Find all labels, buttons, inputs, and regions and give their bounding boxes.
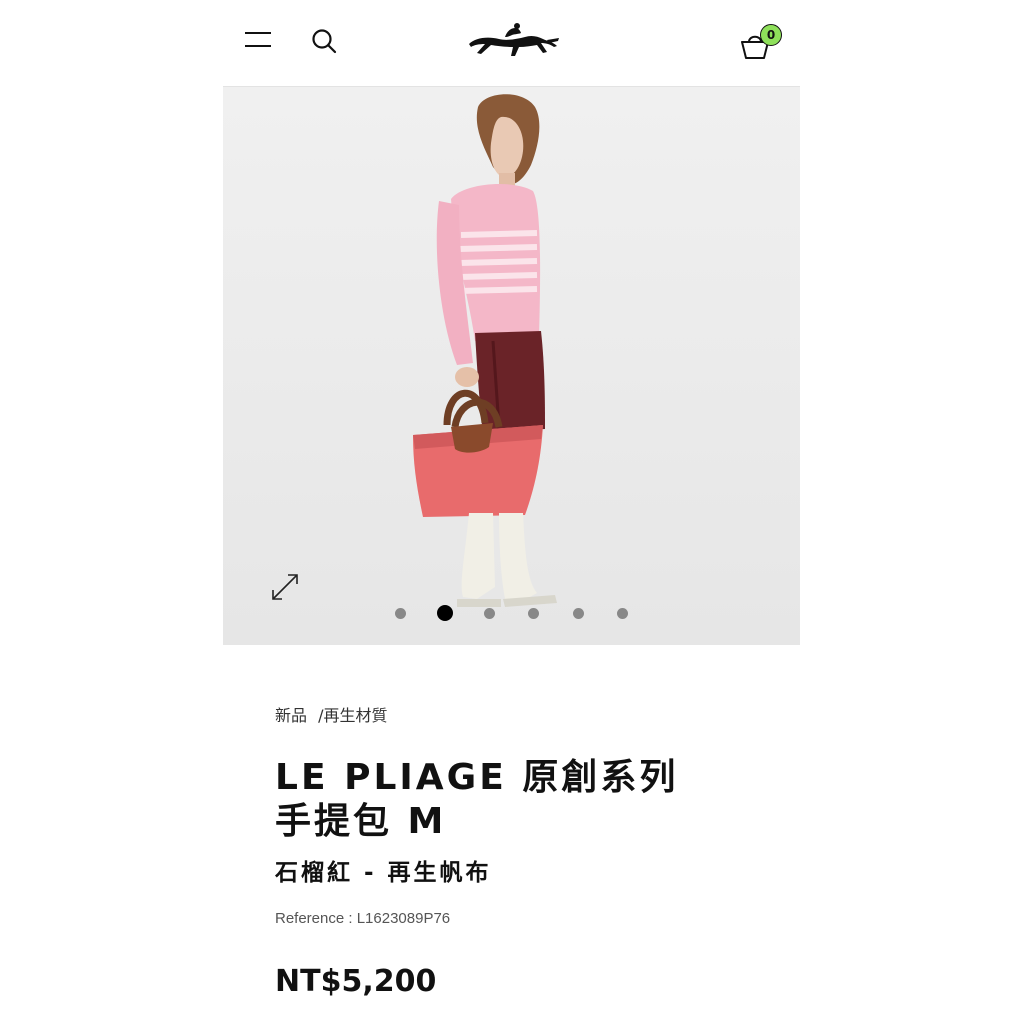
gallery-dot-5[interactable]	[573, 608, 584, 619]
product-page: 0 新品 /再生材質 LE PLIAGE 原創系列 手提包 M 石榴紅 - 再生…	[223, 0, 800, 1024]
cart-button[interactable]: 0	[738, 24, 786, 60]
product-image-gallery[interactable]	[223, 87, 800, 645]
product-title-line-2: 手提包 M	[275, 801, 447, 842]
product-reference: Reference : L1623089P76	[275, 910, 451, 927]
breadcrumb-new-arrivals[interactable]: 新品	[275, 706, 307, 725]
product-price: NT$5,200	[275, 964, 437, 999]
search-icon[interactable]	[311, 28, 337, 54]
gallery-pagination	[393, 603, 633, 623]
gallery-dot-2-active[interactable]	[437, 605, 453, 621]
gallery-dot-3[interactable]	[484, 608, 495, 619]
brand-logo[interactable]	[465, 22, 561, 62]
breadcrumb-recycled-materials[interactable]: /再生材質	[318, 706, 387, 725]
cart-count-badge: 0	[760, 24, 782, 46]
breadcrumb: 新品 /再生材質	[275, 702, 388, 726]
product-photo	[223, 87, 800, 645]
expand-icon[interactable]	[269, 571, 301, 603]
product-title: LE PLIAGE 原創系列 手提包 M	[275, 756, 745, 844]
gallery-dot-4[interactable]	[528, 608, 539, 619]
menu-icon[interactable]	[245, 26, 273, 52]
gallery-dot-6[interactable]	[617, 608, 628, 619]
product-color-material: 石榴紅 - 再生帆布	[275, 860, 492, 886]
gallery-dot-1[interactable]	[395, 608, 406, 619]
product-title-line-1: LE PLIAGE 原創系列	[275, 757, 679, 798]
site-header: 0	[223, 0, 800, 87]
